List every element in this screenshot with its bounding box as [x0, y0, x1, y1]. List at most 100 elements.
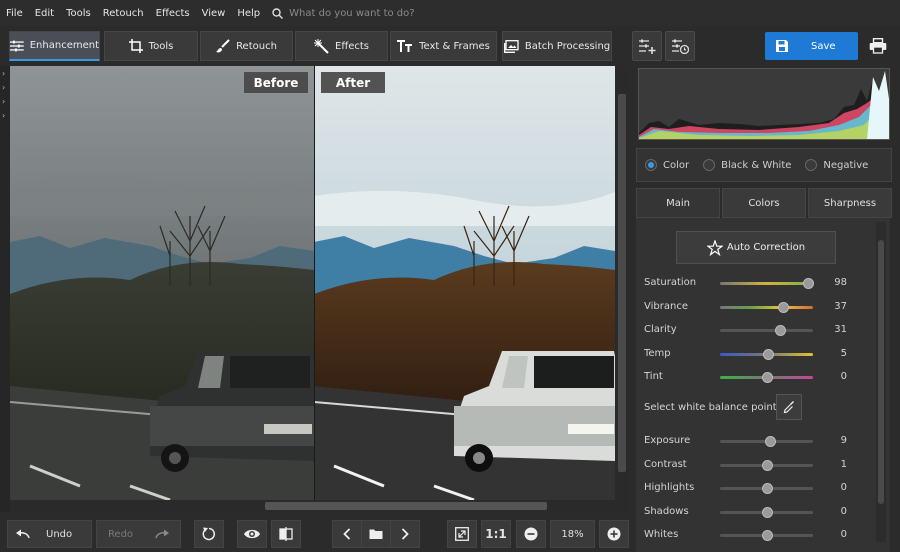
- compare-divider[interactable]: [314, 66, 315, 500]
- slider-track[interactable]: [720, 348, 813, 360]
- slider-row-contrast: Contrast 1: [644, 457, 854, 473]
- actual-size-button[interactable]: 1:1: [481, 520, 511, 548]
- slider-row-clarity: Clarity 31: [644, 322, 854, 338]
- menu-tools[interactable]: Tools: [60, 8, 97, 19]
- slider-track[interactable]: [720, 372, 813, 383]
- fit-to-screen-button[interactable]: [447, 520, 477, 548]
- chevron-right-icon: [401, 528, 409, 540]
- tab-label: Tools: [148, 40, 174, 52]
- menu-file[interactable]: File: [0, 8, 29, 19]
- folder-icon: [369, 529, 383, 539]
- compare-view-button[interactable]: [271, 520, 301, 548]
- slider-track[interactable]: [720, 506, 813, 518]
- slider-track[interactable]: [720, 325, 813, 336]
- radio-color[interactable]: [645, 159, 657, 171]
- tab-label: Batch Processing: [524, 40, 611, 52]
- tab-text-frames[interactable]: Text & Frames: [390, 31, 497, 61]
- radio-label: Color: [663, 159, 690, 171]
- slider-value: 0: [840, 505, 847, 517]
- menu-retouch[interactable]: Retouch: [97, 8, 150, 19]
- sparkle-star-icon: [706, 239, 723, 256]
- main-adjustments: Auto Correction Saturation 98 Vibrance 37 Cl…: [636, 218, 890, 552]
- eyedropper-icon: [783, 401, 794, 414]
- add-adjustment-button[interactable]: [632, 31, 662, 61]
- slider-row-shadows: Shadows 0: [644, 504, 854, 520]
- slider-track[interactable]: [720, 483, 813, 494]
- radio-label: Black & White: [721, 159, 792, 171]
- slider-track[interactable]: [720, 436, 813, 447]
- split-view-icon: [279, 527, 293, 541]
- tab-effects[interactable]: Effects: [295, 31, 388, 61]
- slider-handle[interactable]: [778, 301, 790, 313]
- slider-label: Whites: [644, 529, 679, 540]
- fit-screen-icon: [455, 527, 469, 541]
- slider-handle[interactable]: [761, 459, 773, 471]
- slider-row-tint: Tint 0: [644, 369, 854, 385]
- next-image-button[interactable]: [390, 520, 420, 548]
- undo-button[interactable]: Undo: [7, 520, 92, 548]
- tab-main[interactable]: Main: [636, 188, 720, 218]
- redo-button[interactable]: Redo: [96, 520, 181, 548]
- previous-image-button[interactable]: [332, 520, 362, 548]
- tab-label: Text & Frames: [419, 40, 490, 52]
- tab-tools[interactable]: Tools: [104, 31, 198, 61]
- slider-handle[interactable]: [761, 530, 773, 541]
- save-button[interactable]: Save: [765, 32, 858, 60]
- menu-edit[interactable]: Edit: [29, 8, 60, 19]
- tab-batch-processing[interactable]: Batch Processing: [502, 31, 612, 61]
- white-balance-picker-button[interactable]: [776, 394, 802, 420]
- sliders-icon: [10, 40, 24, 51]
- scroll-thumb[interactable]: [878, 240, 884, 504]
- preview-button[interactable]: [237, 520, 267, 548]
- slider-row-highlights: Highlights 0: [644, 480, 854, 496]
- slider-label: Exposure: [644, 435, 691, 446]
- slider-track[interactable]: [720, 530, 813, 541]
- radio-black-white[interactable]: [703, 159, 716, 171]
- slider-handle[interactable]: [763, 348, 775, 360]
- tab-sharpness[interactable]: Sharpness: [808, 188, 892, 218]
- scroll-thumb[interactable]: [265, 502, 547, 510]
- panel-scrollbar[interactable]: [876, 222, 886, 542]
- menu-search[interactable]: What do you want to do?: [272, 8, 415, 19]
- slider-label: Saturation: [644, 277, 697, 288]
- adjustment-history-button[interactable]: [665, 31, 695, 61]
- print-button[interactable]: [863, 31, 893, 61]
- text-icon: [397, 40, 413, 52]
- chevron-left-icon: [343, 528, 351, 540]
- slider-handle[interactable]: [765, 436, 777, 447]
- zoom-out-button[interactable]: [516, 520, 546, 548]
- horizontal-scrollbar[interactable]: [10, 500, 615, 512]
- collapsed-side-panel[interactable]: › › › ›: [0, 66, 10, 512]
- sliders-clock-icon: [672, 39, 689, 54]
- after-photo: [314, 66, 615, 500]
- scroll-thumb[interactable]: [618, 94, 626, 472]
- vertical-scrollbar[interactable]: [615, 66, 629, 512]
- radio-negative[interactable]: [805, 159, 818, 171]
- menu-help[interactable]: Help: [231, 8, 266, 19]
- slider-track[interactable]: [720, 301, 813, 313]
- slider-handle[interactable]: [775, 325, 787, 336]
- slider-handle[interactable]: [761, 372, 773, 383]
- zoom-level[interactable]: 18%: [550, 520, 595, 548]
- radio-label: Negative: [823, 159, 869, 171]
- tab-enhancement[interactable]: Enhancement: [9, 31, 100, 61]
- tab-colors[interactable]: Colors: [722, 188, 806, 218]
- slider-track[interactable]: [720, 278, 815, 289]
- menu-effects[interactable]: Effects: [150, 8, 196, 19]
- main-toolbar: Enhancement Tools Retouch Effects Text &…: [0, 26, 900, 66]
- slider-handle[interactable]: [761, 506, 773, 518]
- slider-handle[interactable]: [761, 483, 773, 494]
- slider-row-exposure: Exposure 9: [644, 433, 854, 449]
- photo-canvas[interactable]: Before After: [10, 66, 615, 500]
- zoom-in-button[interactable]: [599, 520, 629, 548]
- slider-label: Clarity: [644, 324, 677, 335]
- menu-view[interactable]: View: [196, 8, 232, 19]
- tab-retouch[interactable]: Retouch: [200, 31, 293, 61]
- undo-label: Undo: [46, 528, 73, 540]
- rotate-button[interactable]: [194, 520, 224, 548]
- slider-handle[interactable]: [803, 278, 815, 289]
- slider-track[interactable]: [720, 459, 813, 471]
- slider-value: 98: [834, 277, 847, 288]
- open-folder-button[interactable]: [361, 520, 391, 548]
- auto-correction-button[interactable]: Auto Correction: [676, 231, 836, 264]
